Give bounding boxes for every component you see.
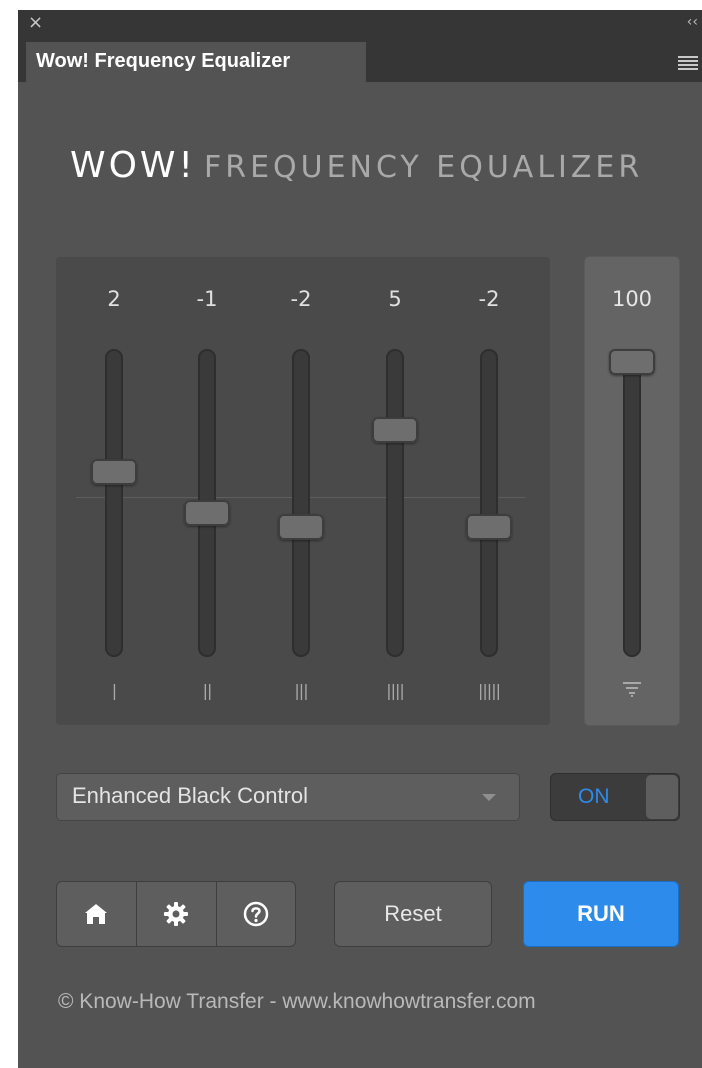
band-label: |||| xyxy=(386,681,405,700)
band-slider-thumb[interactable] xyxy=(372,417,418,443)
close-icon[interactable]: × xyxy=(28,12,43,34)
help-icon xyxy=(243,901,269,927)
band-value: -2 xyxy=(478,287,500,311)
band-label: ||||| xyxy=(478,681,501,700)
band-slider-track[interactable] xyxy=(292,349,310,657)
collapse-panel-icon[interactable]: ‹‹ xyxy=(687,12,698,32)
band-slider-thumb[interactable] xyxy=(466,514,512,540)
logo-wow-text: WOW! xyxy=(70,145,196,186)
band-value: 5 xyxy=(388,287,402,311)
panel-menu-icon[interactable] xyxy=(678,56,698,70)
home-button[interactable] xyxy=(56,881,136,947)
gear-icon xyxy=(164,902,188,926)
funnel-lines-icon xyxy=(623,682,641,697)
band-slider-track[interactable] xyxy=(480,349,498,657)
logo-frequency-equalizer-text: FREQUENCY EQUALIZER xyxy=(203,150,644,185)
band-slider-thumb[interactable] xyxy=(278,514,324,540)
home-icon xyxy=(85,904,107,924)
band-4: 5 |||| xyxy=(355,257,435,725)
band-slider-thumb[interactable] xyxy=(184,500,230,526)
copyright-footer: © Know-How Transfer - www.knowhowtransfe… xyxy=(58,990,536,1013)
band-value: -2 xyxy=(290,287,312,311)
plugin-window: × ‹‹ Wow! Frequency Equalizer WOW! FREQUE… xyxy=(18,10,702,1068)
band-value: -1 xyxy=(196,287,218,311)
toggle-label: ON xyxy=(578,785,610,808)
master-slider-thumb[interactable] xyxy=(609,349,655,375)
band-slider-track[interactable] xyxy=(386,349,404,657)
title-bar: × ‹‹ xyxy=(18,10,702,42)
band-label: | xyxy=(111,681,117,700)
band-5: -2 ||||| xyxy=(449,257,529,725)
chevron-down-icon xyxy=(482,794,496,801)
band-slider-thumb[interactable] xyxy=(91,459,137,485)
band-value: 2 xyxy=(107,287,121,311)
master-value: 100 xyxy=(611,287,653,311)
band-label: ||| xyxy=(294,681,308,700)
band-2: -1 || xyxy=(167,257,247,725)
band-label: || xyxy=(202,681,213,700)
preset-dropdown[interactable]: Enhanced Black Control xyxy=(56,773,520,821)
help-button[interactable] xyxy=(216,881,296,947)
reset-button[interactable]: Reset xyxy=(334,881,492,947)
app-logo: WOW! FREQUENCY EQUALIZER xyxy=(70,145,690,205)
equalizer-panel: 2 | -1 || -2 ||| 5 |||| -2 ||||| xyxy=(56,257,550,725)
tab-wow-frequency-equalizer[interactable]: Wow! Frequency Equalizer xyxy=(26,42,366,82)
preset-dropdown-value: Enhanced Black Control xyxy=(72,783,309,808)
on-off-toggle[interactable]: ON xyxy=(550,773,680,821)
band-1: 2 | xyxy=(74,257,154,725)
toggle-knob xyxy=(646,775,678,819)
band-3: -2 ||| xyxy=(261,257,341,725)
band-slider-track[interactable] xyxy=(105,349,123,657)
settings-button[interactable] xyxy=(136,881,216,947)
run-button[interactable]: RUN xyxy=(523,881,679,947)
master-slider-track[interactable] xyxy=(623,349,641,657)
icon-button-group xyxy=(56,881,296,947)
master-panel: 100 xyxy=(585,257,679,725)
tab-strip: Wow! Frequency Equalizer xyxy=(18,42,702,82)
